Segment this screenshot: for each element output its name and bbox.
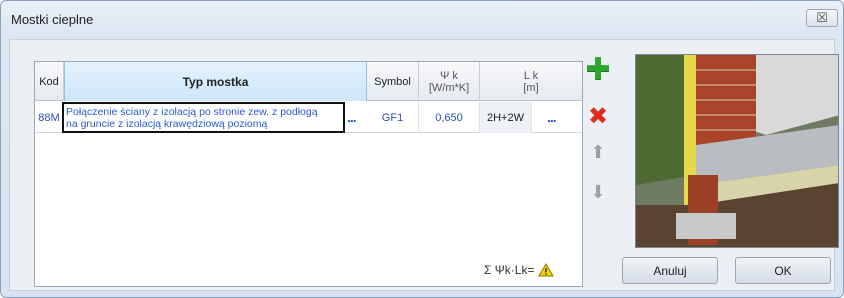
arrow-down-icon: ⬇ bbox=[590, 182, 606, 202]
column-header-kod[interactable]: Kod bbox=[35, 62, 64, 101]
column-header-typ[interactable]: Typ mostka bbox=[64, 62, 367, 101]
warning-icon bbox=[538, 263, 555, 277]
cell-symbol: GF1 bbox=[367, 102, 419, 133]
cell-psi[interactable]: 0,650 bbox=[419, 102, 480, 133]
cell-kod: 88M bbox=[35, 102, 64, 133]
add-button[interactable]: ✚ bbox=[585, 53, 611, 86]
column-header-symbol[interactable]: Symbol bbox=[367, 62, 419, 101]
l-more-button[interactable]: ... bbox=[547, 110, 557, 124]
delete-button[interactable]: ✖ bbox=[587, 103, 609, 130]
column-header-psi[interactable]: Ψ k [W/m*K] bbox=[419, 62, 480, 101]
title-bar: Mostki cieplne ☒ bbox=[1, 1, 843, 39]
table-row[interactable]: 88M Połączenie ściany z izolacją po stro… bbox=[35, 102, 582, 133]
cancel-button[interactable]: Anuluj bbox=[622, 257, 718, 284]
close-button[interactable]: ☒ bbox=[806, 9, 838, 27]
close-icon: ☒ bbox=[816, 10, 828, 25]
dialog-window: Mostki cieplne ☒ Kod Typ mostka Symbol Ψ… bbox=[0, 0, 844, 298]
grid-header: Kod Typ mostka Symbol Ψ k [W/m*K] L k [m] bbox=[35, 62, 582, 101]
move-up-button[interactable]: ⬆ bbox=[587, 141, 609, 163]
thermal-bridge-grid: Kod Typ mostka Symbol Ψ k [W/m*K] L k [m] … bbox=[34, 61, 583, 287]
summary-label: Σ Ψk·Lk= bbox=[484, 263, 535, 277]
wall-floor-illustration bbox=[636, 55, 838, 247]
typ-more-button[interactable]: ... bbox=[347, 110, 357, 124]
cell-l[interactable]: 2H+2W bbox=[480, 102, 532, 133]
column-header-l[interactable]: L k [m] bbox=[480, 62, 582, 101]
delete-icon: ✖ bbox=[587, 103, 609, 130]
psi-l-summary: Σ Ψk·Lk= bbox=[484, 263, 555, 277]
arrow-up-icon: ⬆ bbox=[590, 142, 606, 162]
ok-button[interactable]: OK bbox=[735, 257, 831, 284]
bridge-preview-image bbox=[635, 54, 839, 248]
window-title: Mostki cieplne bbox=[11, 12, 94, 27]
cell-typ-editor[interactable]: Połączenie ściany z izolacją po stronie … bbox=[62, 102, 345, 133]
move-down-button[interactable]: ⬇ bbox=[587, 181, 609, 203]
add-icon: ✚ bbox=[585, 53, 611, 86]
dialog-content: Kod Typ mostka Symbol Ψ k [W/m*K] L k [m] … bbox=[9, 39, 839, 291]
